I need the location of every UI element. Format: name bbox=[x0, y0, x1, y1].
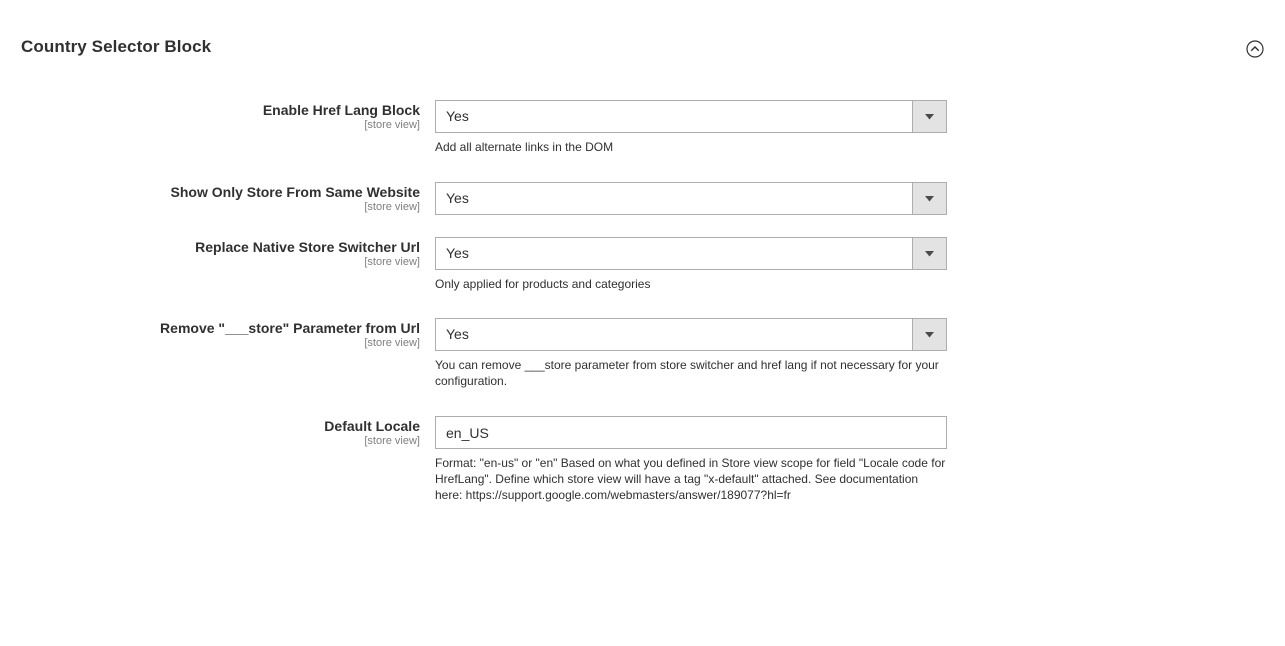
scope-label: [store view] bbox=[364, 256, 420, 268]
show-only-same-website-select[interactable]: Yes bbox=[435, 182, 947, 215]
scope-label: [store view] bbox=[364, 119, 420, 131]
field-label-group: Replace Native Store Switcher Url [store… bbox=[195, 237, 420, 269]
field-note: Format: "en-us" or "en" Based on what yo… bbox=[435, 456, 946, 502]
field-control: Yes Add all alternate links in the DOM bbox=[435, 100, 947, 155]
field-note: You can remove ___store parameter from s… bbox=[435, 358, 939, 388]
field-control: Format: "en-us" or "en" Based on what yo… bbox=[435, 416, 947, 503]
default-locale-input[interactable] bbox=[435, 416, 947, 449]
config-page: Country Selector Block Enable Href Lang … bbox=[0, 0, 1285, 646]
field-label: Enable Href Lang Block bbox=[262, 102, 420, 118]
scope-label: [store view] bbox=[364, 201, 420, 213]
field-label: Remove "___store" Parameter from Url bbox=[160, 320, 420, 336]
field-control: Yes bbox=[435, 182, 947, 215]
field-label-group: Remove "___store" Parameter from Url [st… bbox=[160, 318, 420, 350]
field-label: Replace Native Store Switcher Url bbox=[195, 239, 420, 255]
remove-store-parameter-select[interactable]: Yes bbox=[435, 318, 947, 351]
dropdown-arrow-icon[interactable] bbox=[912, 101, 946, 132]
enable-href-lang-select[interactable]: Yes bbox=[435, 100, 947, 133]
field-label: Default Locale bbox=[324, 418, 420, 434]
field-label-group: Default Locale [store view] bbox=[324, 416, 420, 448]
select-value: Yes bbox=[446, 190, 469, 206]
section-title: Country Selector Block bbox=[21, 37, 212, 56]
dropdown-arrow-icon[interactable] bbox=[912, 238, 946, 269]
select-value: Yes bbox=[446, 245, 469, 261]
section-header[interactable]: Country Selector Block bbox=[21, 36, 1264, 62]
select-value: Yes bbox=[446, 108, 469, 124]
dropdown-arrow-icon[interactable] bbox=[912, 183, 946, 214]
chevron-up-circle-icon[interactable] bbox=[1246, 40, 1264, 58]
dropdown-arrow-icon[interactable] bbox=[912, 319, 946, 350]
select-value: Yes bbox=[446, 326, 469, 342]
field-label: Show Only Store From Same Website bbox=[170, 184, 420, 200]
replace-native-switcher-url-select[interactable]: Yes bbox=[435, 237, 947, 270]
field-note: Only applied for products and categories bbox=[435, 277, 651, 291]
field-label-group: Enable Href Lang Block [store view] bbox=[263, 100, 420, 132]
field-label-group: Show Only Store From Same Website [store… bbox=[171, 182, 420, 214]
field-control: Yes You can remove ___store parameter fr… bbox=[435, 318, 947, 389]
field-note: Add all alternate links in the DOM bbox=[435, 140, 614, 154]
field-control: Yes Only applied for products and catego… bbox=[435, 237, 947, 292]
scope-label: [store view] bbox=[364, 337, 420, 349]
scope-label: [store view] bbox=[364, 435, 420, 447]
